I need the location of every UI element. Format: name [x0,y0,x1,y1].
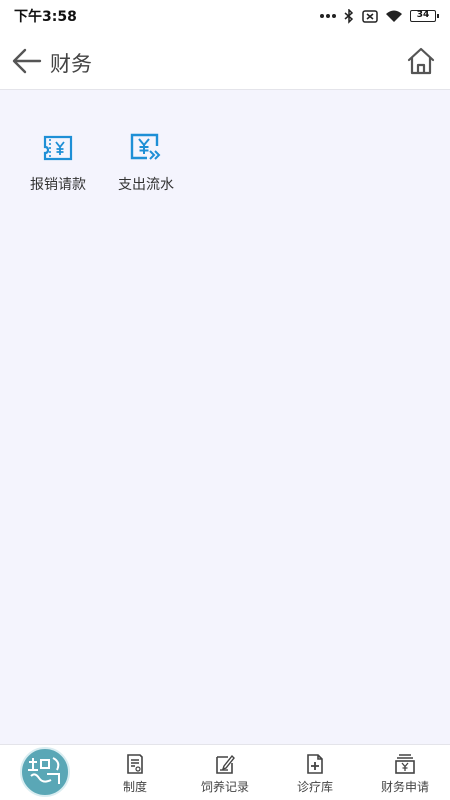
status-icons: 34 [320,8,439,24]
tab-label: 饲养记录 [200,780,249,794]
app-logo-button[interactable] [0,745,90,800]
expense-flow-item[interactable]: 支出流水 [102,130,190,194]
back-arrow-icon [12,48,42,74]
wifi-icon [386,10,402,22]
home-button[interactable] [404,44,438,78]
tab-label: 财务申请 [380,780,429,794]
finance-icon [395,754,415,774]
home-icon [407,47,435,75]
page-title: 财务 [50,52,92,76]
app-logo-icon [20,746,70,797]
tab-system[interactable]: 制度 [90,745,180,800]
bluetooth-icon [344,8,354,24]
finance-menu-grid: 报销请款 支出流水 [0,130,450,194]
bottom-tab-bar: 制度 饲养记录 诊疗库 财务申请 [0,744,450,800]
no-sim-icon [362,9,378,23]
medical-file-icon [307,754,323,774]
grid-item-label: 支出流水 [118,177,174,193]
grid-item-label: 报销请款 [30,177,86,193]
expense-flow-icon [128,130,164,166]
tab-treatment-library[interactable]: 诊疗库 [270,745,360,800]
back-button[interactable] [10,44,44,78]
status-bar: 下午3:58 34 [0,0,450,32]
edit-record-icon [216,754,235,774]
battery-indicator: 34 [410,10,439,22]
header: 财务 [0,32,450,90]
reimbursement-voucher-icon [40,130,76,166]
tab-feeding-record[interactable]: 饲养记录 [180,745,270,800]
more-dots-icon [320,14,336,18]
status-time: 下午3:58 [14,9,77,25]
reimbursement-request-item[interactable]: 报销请款 [14,130,102,194]
tab-finance-application[interactable]: 财务申请 [360,745,450,800]
tab-label: 制度 [122,780,147,794]
tab-label: 诊疗库 [296,780,333,794]
document-icon [127,754,143,774]
